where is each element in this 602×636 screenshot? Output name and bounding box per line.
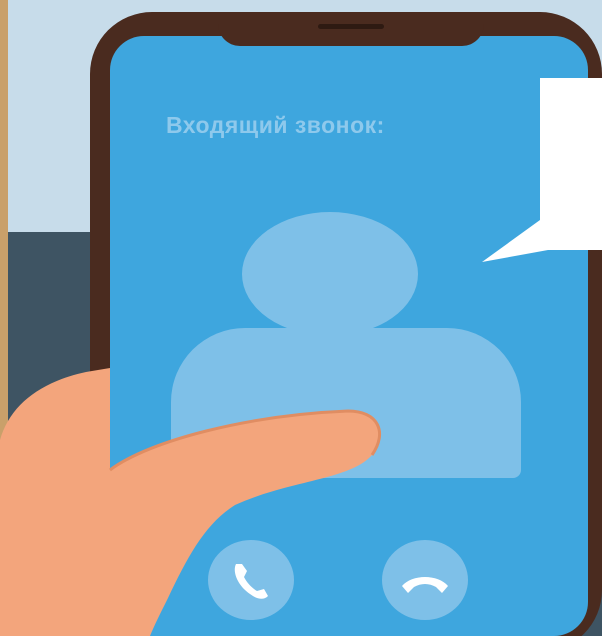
hand-illustration (0, 368, 382, 636)
scene: Входящий звонок: (0, 0, 602, 636)
